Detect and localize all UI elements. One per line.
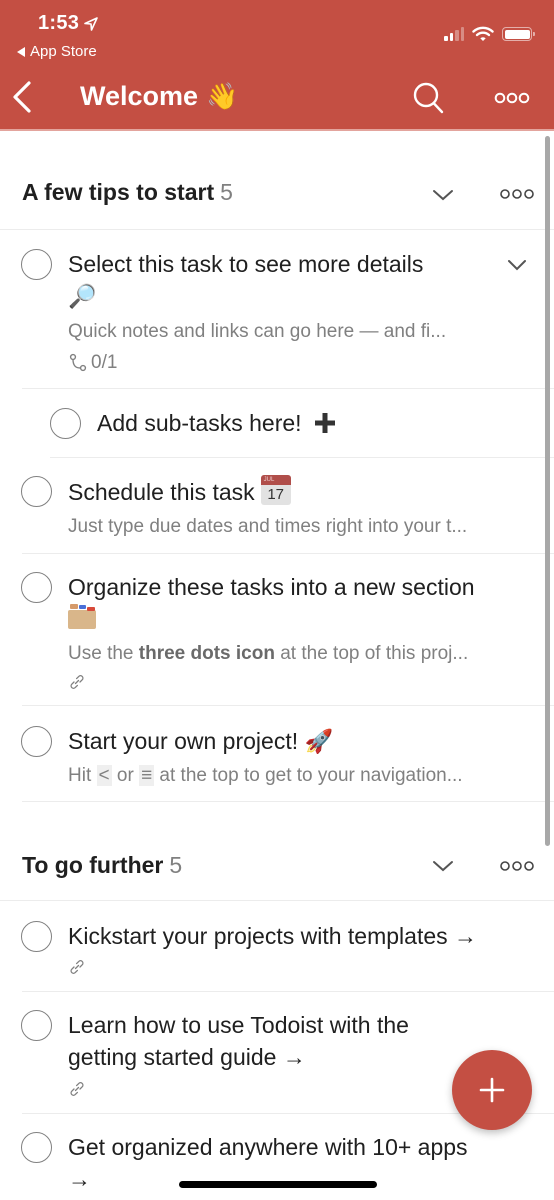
card-index-dividers-icon (68, 603, 96, 629)
page-title: Welcome 👋 (80, 81, 238, 112)
status-time: 1:53 (38, 12, 99, 35)
task-title: Learn how to use Todoist with the gettin… (68, 1009, 488, 1073)
desc-bold: three dots icon (138, 643, 275, 664)
task-title: Kickstart your projects with templates → (68, 923, 478, 949)
home-indicator[interactable] (179, 1181, 377, 1188)
task-title-text: Organize these tasks into a new section (68, 574, 475, 600)
scrollbar[interactable] (545, 136, 550, 846)
link-icon (70, 960, 84, 974)
task-checkbox[interactable] (21, 1132, 52, 1163)
task-checkbox[interactable] (21, 572, 52, 603)
rocket-icon: 🚀 (304, 729, 334, 755)
task-item[interactable]: Kickstart your projects with templates → (0, 901, 554, 992)
back-triangle-icon (17, 46, 25, 57)
cellular-signal-icon (444, 27, 464, 41)
status-indicators (444, 26, 535, 42)
waving-hand-icon: 👋 (206, 81, 239, 112)
task-description: Hit < or ≡ at the top to get to your nav… (68, 765, 463, 787)
plus-emoji-icon (314, 413, 335, 433)
section-title: To go further 5 (22, 852, 182, 879)
task-title-text: Schedule this task (68, 479, 255, 505)
collapse-section-chevron-icon[interactable] (432, 188, 454, 202)
task-title-line1: Learn how to use Todoist with the (68, 1012, 409, 1038)
task-description: Use the three dots icon at the top of th… (68, 643, 468, 665)
task-title: Start your own project! 🚀 (68, 725, 333, 758)
task-title-line1: Get organized anywhere with 10+ apps (68, 1134, 468, 1160)
section-count: 5 (220, 179, 233, 205)
desc-suffix: at the top of this proj... (274, 643, 469, 664)
subtask-item[interactable]: Add sub-tasks here! (0, 389, 554, 458)
link-icon (70, 1082, 84, 1096)
subtask-count-text: 0/1 (91, 352, 118, 373)
task-title: Add sub-tasks here! (97, 407, 336, 439)
status-time-text: 1:53 (38, 12, 80, 34)
task-item[interactable]: Select this task to see more details 🔎 Q… (0, 230, 554, 389)
more-options-button[interactable] (494, 91, 530, 105)
collapse-section-chevron-icon[interactable] (432, 859, 454, 873)
back-app-label: App Store (30, 43, 97, 60)
wifi-icon (472, 26, 494, 41)
task-checkbox[interactable] (21, 921, 52, 952)
task-title: Schedule this task JUL 17 (68, 475, 291, 508)
calendar-month: JUL (260, 475, 291, 485)
subtask-icon (69, 353, 87, 372)
task-checkbox[interactable] (21, 726, 52, 757)
task-checkbox[interactable] (21, 249, 52, 280)
subtask-count: 0/1 (68, 352, 117, 374)
task-title-line2: → (68, 1166, 91, 1192)
battery-icon (502, 27, 535, 41)
task-title-text: Select this task to see more details (68, 251, 424, 277)
task-description: Just type due dates and times right into… (68, 516, 468, 537)
desc-mid: or (111, 765, 140, 786)
section-header-further[interactable]: To go further 5 (0, 802, 554, 901)
page-title-text: Welcome (80, 81, 199, 111)
kbd-menu: ≡ (139, 765, 155, 786)
back-to-app-store[interactable]: App Store (17, 43, 97, 60)
desc-prefix: Use the (68, 643, 139, 664)
add-task-fab[interactable] (452, 1050, 532, 1130)
back-button[interactable] (10, 80, 36, 114)
task-item[interactable]: Organize these tasks into a new section … (0, 554, 554, 706)
calendar-day: 17 (267, 486, 285, 503)
link-icon (70, 675, 84, 689)
desc-suffix: at the top to get to your navigation... (154, 765, 463, 786)
location-arrow-icon (84, 16, 99, 31)
expand-subtasks-chevron-icon[interactable] (507, 259, 527, 271)
task-title-text: Add sub-tasks here! (97, 410, 302, 436)
section-title: A few tips to start 5 (22, 179, 233, 206)
section-title-text: A few tips to start (22, 179, 215, 205)
task-title: Organize these tasks into a new section (68, 571, 538, 637)
section-title-text: To go further (22, 852, 164, 878)
task-item[interactable]: Start your own project! 🚀 Hit < or ≡ at … (0, 706, 554, 802)
task-title: Select this task to see more details 🔎 (68, 248, 488, 313)
magnifying-glass-icon: 🔎 (68, 284, 97, 310)
task-checkbox[interactable] (21, 476, 52, 507)
section-more-options-icon[interactable] (500, 188, 534, 200)
section-count: 5 (169, 852, 183, 878)
plus-icon (479, 1077, 505, 1103)
task-description: Quick notes and links can go here — and … (68, 321, 447, 342)
app-header: 1:53 App Store Welcome 👋 (0, 0, 554, 129)
task-checkbox[interactable] (21, 1010, 52, 1041)
section-header-tips[interactable]: A few tips to start 5 (0, 131, 554, 230)
task-checkbox[interactable] (50, 408, 81, 439)
desc-prefix: Hit (68, 765, 97, 786)
calendar-icon: JUL 17 (260, 475, 291, 505)
task-item[interactable]: Schedule this task JUL 17 Just type due da… (0, 458, 554, 554)
task-title-text: Start your own project! (68, 728, 299, 754)
task-title-line2: getting started guide → (68, 1044, 306, 1070)
search-button[interactable] (412, 81, 444, 115)
section-more-options-icon[interactable] (500, 860, 534, 872)
kbd-back: < (96, 765, 112, 786)
